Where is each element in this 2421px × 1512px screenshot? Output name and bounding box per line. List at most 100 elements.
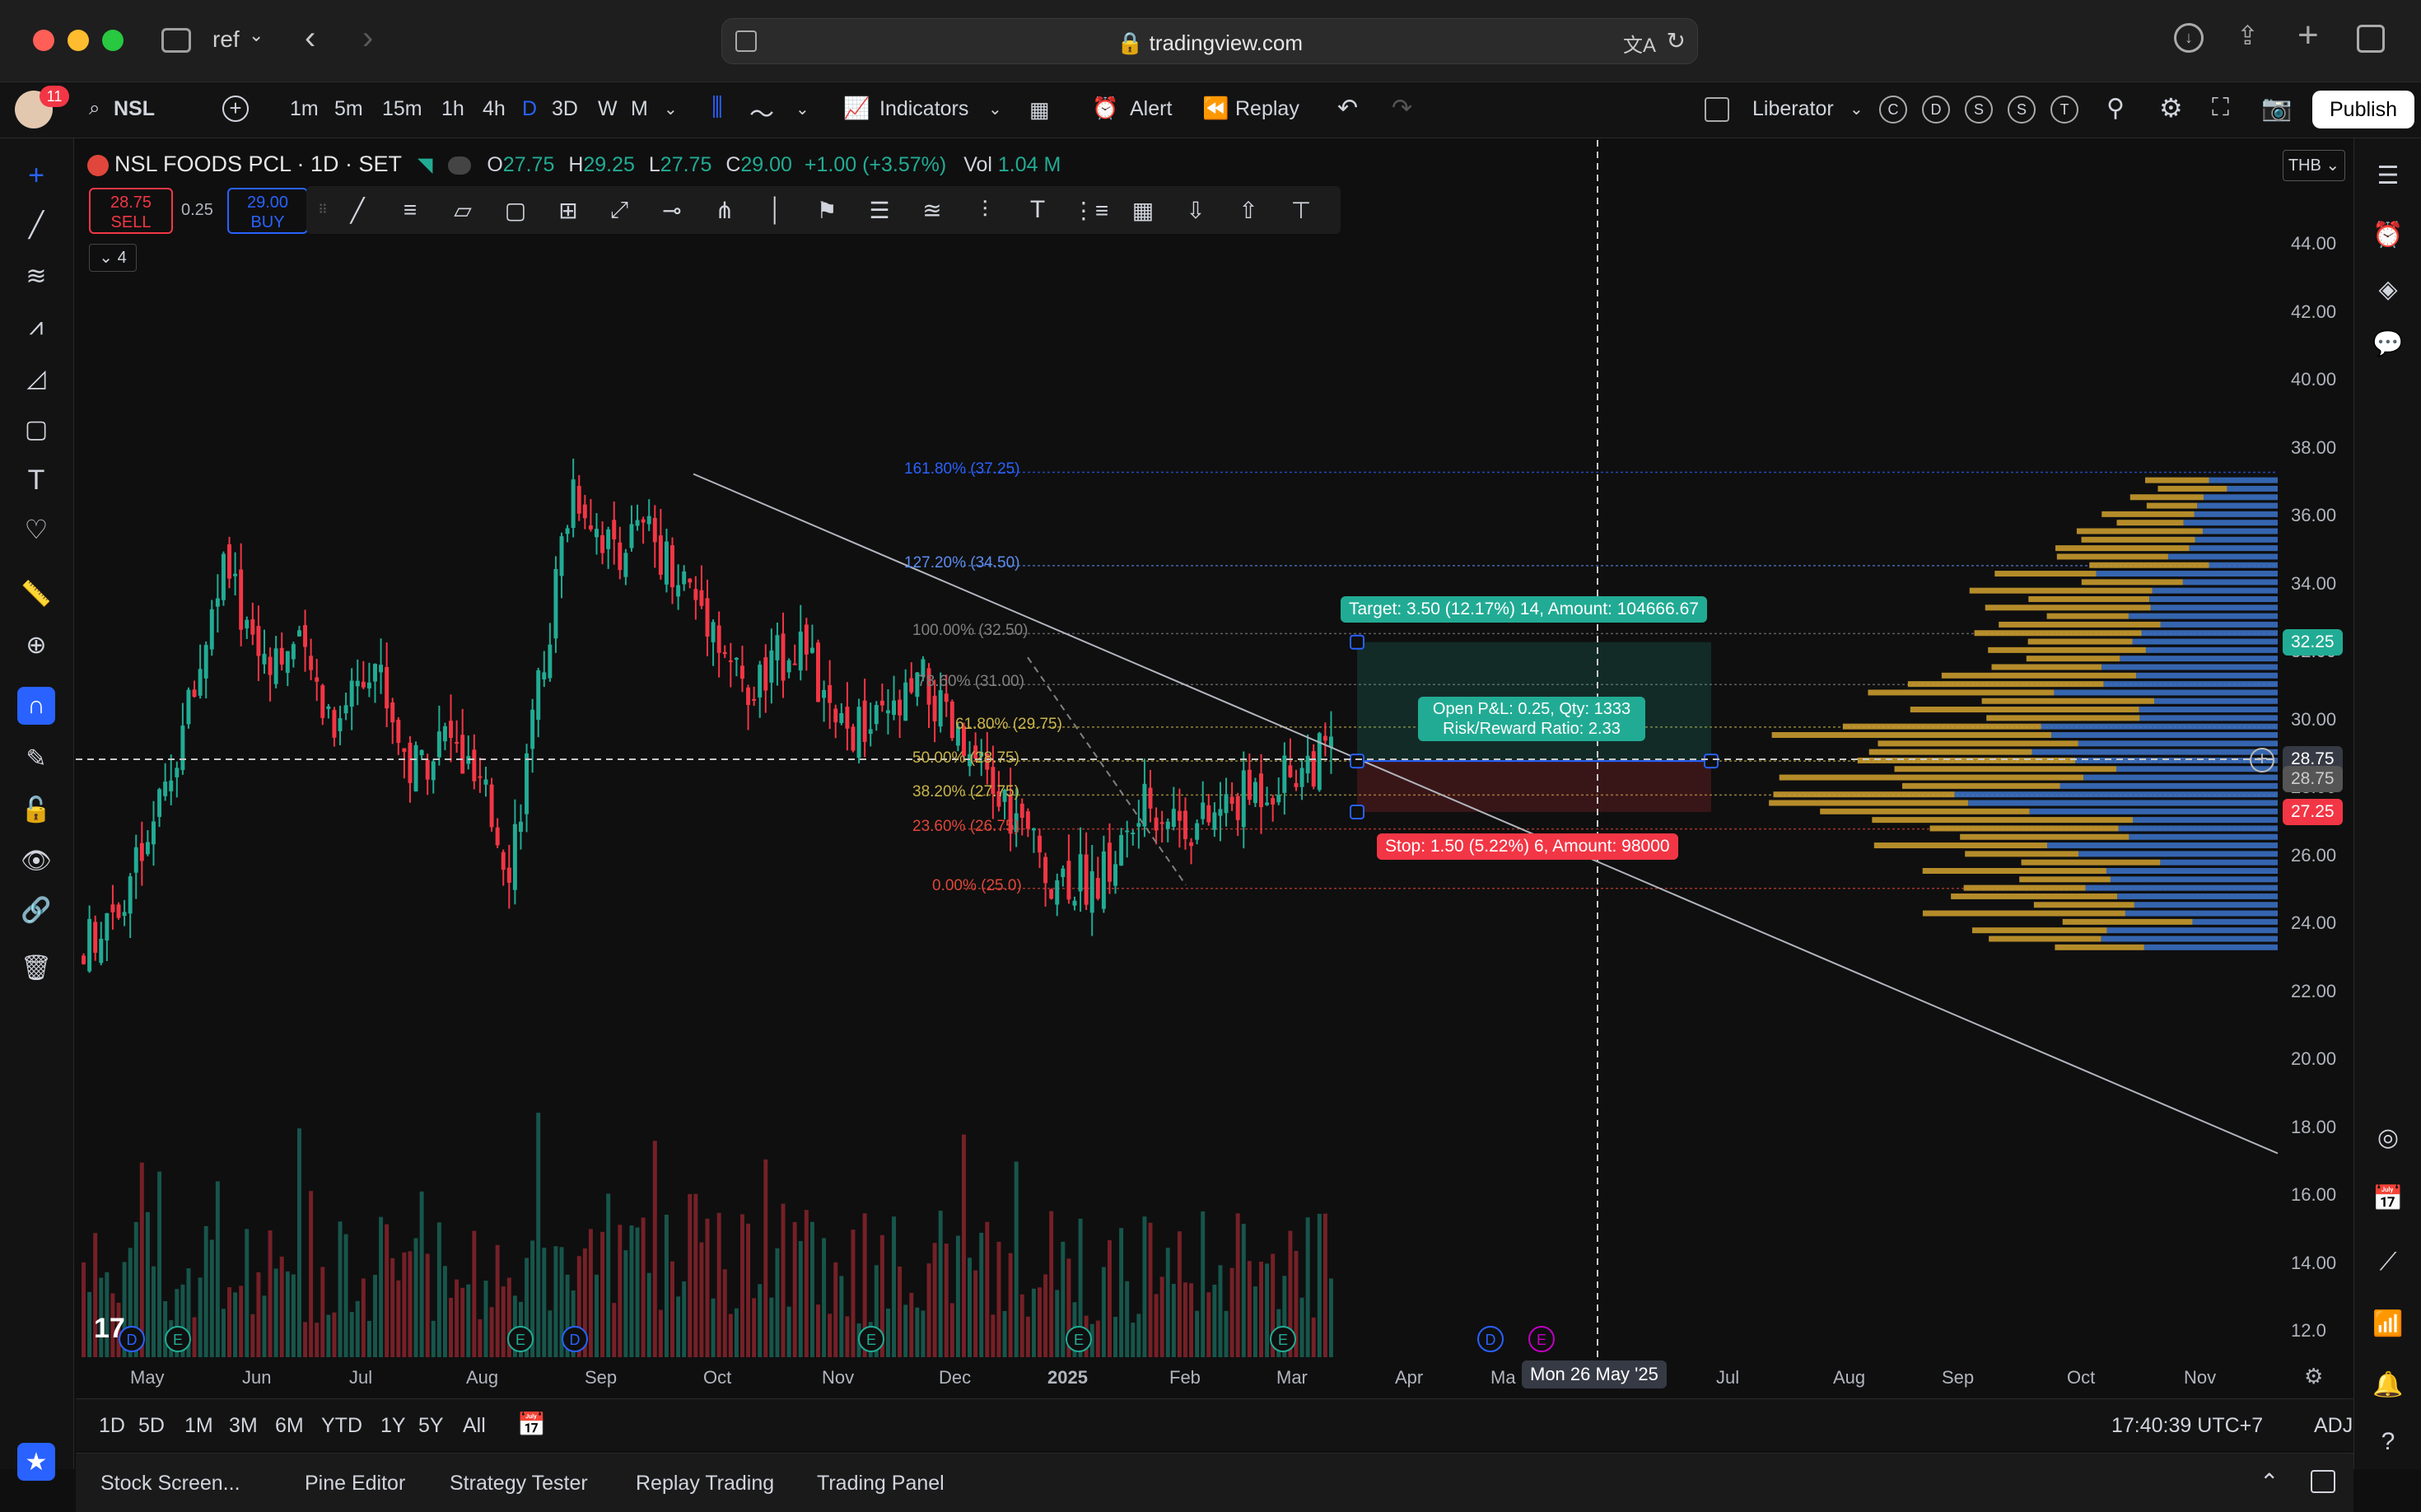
close-window-button[interactable] — [33, 30, 54, 51]
back-icon[interactable]: ‹ — [305, 20, 315, 57]
trend-line-icon[interactable]: ╱ — [17, 206, 55, 244]
currency-selector[interactable]: THB ⌄ — [2283, 150, 2345, 181]
range-6m[interactable]: 6M — [275, 1414, 304, 1438]
stay-drawing-icon[interactable]: ✎ — [17, 740, 55, 777]
buy-button[interactable]: 29.00 BUY — [227, 188, 308, 234]
ideas-icon[interactable]: ⟋ — [2369, 1244, 2407, 1281]
compare-add-icon[interactable]: + — [222, 96, 249, 122]
interval-m[interactable]: M — [631, 97, 648, 121]
forward-icon[interactable]: › — [362, 20, 373, 57]
alert-icon[interactable]: ⏰ — [1092, 96, 1118, 121]
axis-settings-icon[interactable]: ⚙ — [2304, 1364, 2323, 1389]
price-range-icon[interactable]: ⫶ — [968, 194, 1001, 226]
interval-d[interactable]: D — [522, 97, 537, 121]
interval-1h[interactable]: 1h — [441, 97, 464, 121]
flag-icon[interactable]: ⚑ — [810, 194, 843, 226]
replay-icon[interactable]: ⏪ — [1202, 96, 1229, 121]
arrow-up-icon[interactable]: ⇧ — [1232, 194, 1265, 226]
quick-search-icon[interactable]: ⚲ — [2106, 94, 2125, 123]
watchlist-badge-d[interactable]: D — [1922, 96, 1950, 124]
interval-15m[interactable]: 15m — [382, 97, 422, 121]
undo-icon[interactable]: ↶ — [1337, 94, 1358, 123]
indicators-icon[interactable]: 📈 — [843, 96, 870, 121]
pnl-box[interactable]: Open P&L: 0.25, Qty: 1333 Risk/Reward Ra… — [1418, 697, 1645, 741]
time-axis[interactable] — [76, 1357, 2353, 1397]
range-all[interactable]: All — [463, 1414, 486, 1438]
ruler-icon[interactable]: 📏 — [17, 575, 55, 613]
watchlist-badge-c[interactable]: C — [1879, 96, 1907, 124]
downloads-icon[interactable]: ↓ — [2174, 23, 2204, 53]
chat-icon[interactable]: 💬 — [2369, 324, 2407, 362]
horizontal-lines-icon[interactable]: ☰ — [863, 194, 896, 226]
layout-more-icon[interactable]: ⌄ — [1850, 99, 1864, 119]
parallel-channel-icon[interactable]: ≡ — [394, 194, 427, 226]
layout-checkbox-icon[interactable] — [1705, 97, 1729, 122]
target-label[interactable]: Target: 3.50 (12.17%) 14, Amount: 104666… — [1341, 596, 1707, 623]
go-to-date-icon[interactable]: 📅 — [517, 1411, 546, 1438]
range-1d[interactable]: 1D — [99, 1414, 125, 1438]
lock-drawings-icon[interactable]: 🔓 — [17, 791, 55, 828]
alerts-panel-icon[interactable]: ⏰ — [2369, 216, 2407, 254]
hide-legend-icon[interactable] — [448, 156, 472, 175]
bottom-tab[interactable]: Pine Editor — [305, 1472, 405, 1496]
interval-1m[interactable]: 1m — [290, 97, 319, 121]
fib-channel-icon[interactable]: ≊ — [916, 194, 949, 226]
note-icon[interactable]: ⊤ — [1285, 194, 1318, 226]
line-chart-icon[interactable]: 〜 — [749, 94, 774, 130]
fib-tool-icon[interactable]: ≋ — [17, 257, 55, 295]
date-range-icon[interactable]: ⊞ — [552, 194, 585, 226]
bottom-tab[interactable]: Strategy Tester — [450, 1472, 588, 1496]
symbol-title[interactable]: NSL FOODS PCL · 1D · SET — [114, 152, 402, 176]
path-icon[interactable]: ⤢ — [603, 194, 636, 226]
hide-drawings-icon[interactable]: 👁 — [17, 842, 55, 880]
tab-group-label[interactable]: ref — [212, 26, 240, 53]
sell-button[interactable]: 28.75 SELL — [89, 188, 173, 234]
snapshot-icon[interactable]: 📷 — [2261, 94, 2292, 123]
favorites-icon[interactable]: ♡ — [17, 511, 55, 548]
reload-icon[interactable]: ↻ — [1667, 27, 1686, 54]
interval-5m[interactable]: 5m — [334, 97, 363, 121]
watchlist-icon[interactable]: ☰ — [2369, 156, 2407, 194]
zoom-window-button[interactable] — [102, 30, 124, 51]
magnet-icon[interactable]: ∩ — [17, 687, 55, 725]
watchlist-badge-s[interactable]: S — [2008, 96, 2036, 124]
remove-drawings-icon[interactable]: 🗑 — [17, 949, 55, 987]
trend-line-tool-icon[interactable]: ╱ — [341, 194, 374, 226]
pattern-tool-icon[interactable]: ⩘ — [17, 308, 55, 346]
range-3m[interactable]: 3M — [229, 1414, 258, 1438]
minimize-window-button[interactable] — [68, 30, 89, 51]
adj-toggle[interactable]: ADJ — [2314, 1414, 2353, 1438]
tab-overview-icon[interactable] — [2357, 25, 2385, 53]
maximize-panel-icon[interactable] — [2311, 1470, 2335, 1493]
symbol-search[interactable]: NSL — [114, 97, 155, 121]
indicators-button[interactable]: Indicators — [879, 97, 968, 121]
range-ytd[interactable]: YTD — [321, 1414, 362, 1438]
new-tab-icon[interactable]: + — [2297, 15, 2319, 56]
hotlist-icon[interactable]: ◎ — [2369, 1118, 2407, 1156]
collapse-panel-icon[interactable]: ⌃ — [2260, 1468, 2279, 1496]
regression-icon[interactable]: ▱ — [446, 194, 479, 226]
vertical-line-icon[interactable]: │ — [759, 194, 792, 226]
interval-4h[interactable]: 4h — [483, 97, 506, 121]
price-chart-canvas[interactable]: DEEDEEEDE — [76, 140, 2352, 1398]
bottom-tab[interactable]: Trading Panel — [817, 1472, 945, 1496]
range-1m[interactable]: 1M — [184, 1414, 213, 1438]
redo-icon[interactable]: ↷ — [1392, 94, 1412, 123]
zoom-in-icon[interactable]: ⊕ — [17, 626, 55, 664]
bottom-tab[interactable]: Stock Screen... — [100, 1472, 240, 1496]
interval-w[interactable]: W — [598, 97, 618, 121]
candles-icon[interactable]: ⫼ — [711, 94, 723, 122]
rectangle-icon[interactable]: ▢ — [499, 194, 532, 226]
object-tree-icon[interactable]: ◈ — [2369, 270, 2407, 308]
arrow-down-icon[interactable]: ⇩ — [1179, 194, 1212, 226]
sync-drawings-icon[interactable]: 🔗 — [17, 891, 55, 929]
indicators-more-icon[interactable]: ⌄ — [988, 99, 1002, 119]
publish-button[interactable]: Publish — [2312, 91, 2414, 128]
translate-icon[interactable]: 文A — [1623, 29, 1656, 58]
address-bar[interactable]: 🔒 tradingview.com 文A ↻ — [721, 18, 1698, 64]
layout-name[interactable]: Liberator — [1752, 97, 1834, 121]
favorite-star-icon[interactable]: ★ — [17, 1443, 55, 1481]
horizontal-ray-icon[interactable]: ⊸ — [655, 194, 688, 226]
shape-tool-icon[interactable]: ▢ — [17, 410, 55, 448]
range-1y[interactable]: 1Y — [380, 1414, 406, 1438]
